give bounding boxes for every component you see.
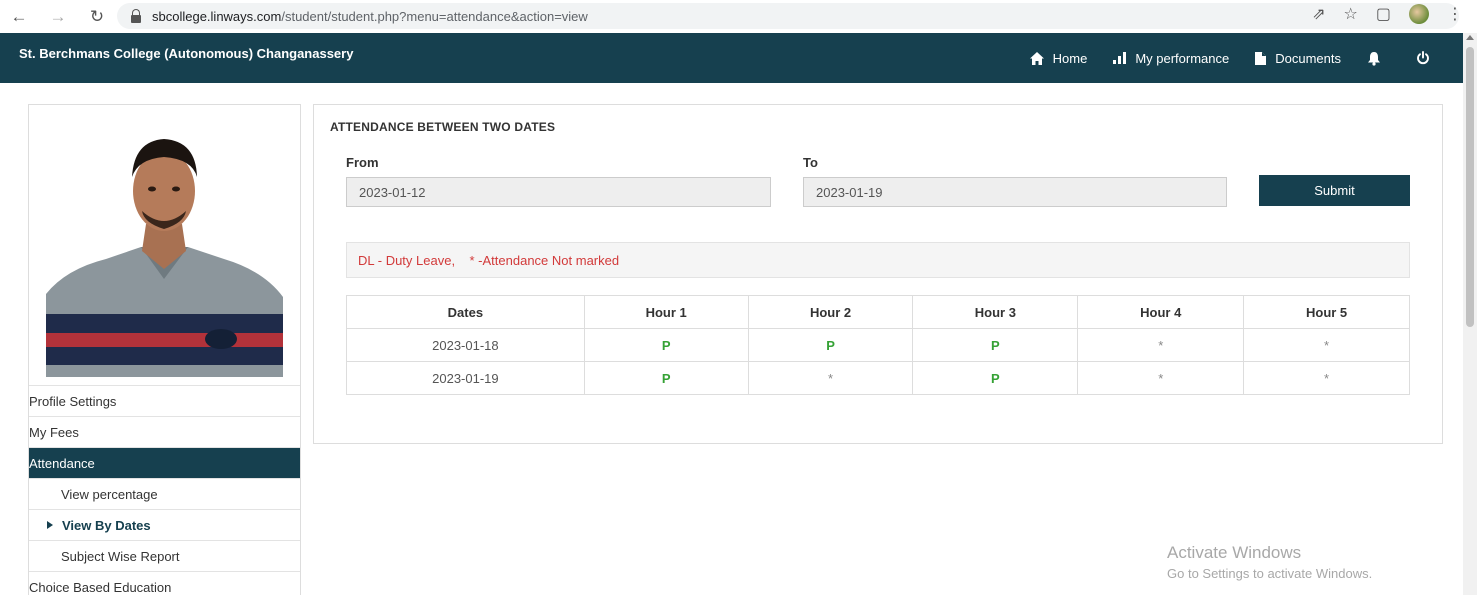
sidebar-item-label: Choice Based Education [29, 579, 172, 595]
document-icon [1255, 51, 1267, 65]
signal-bars-icon [1113, 52, 1127, 64]
browser-toolbar: ← → ↻ sbcollege.linways.com/student/stud… [0, 0, 1477, 33]
hour-cell: P [912, 361, 1079, 395]
hour-cell: * [1243, 361, 1410, 395]
table-row: 2023-01-18 P P P * * [346, 328, 1410, 362]
reload-icon[interactable]: ↻ [86, 6, 108, 28]
hour-cell: P [583, 361, 749, 395]
column-header: Hour 3 [912, 295, 1079, 329]
scroll-up-arrow-icon[interactable] [1466, 35, 1474, 40]
bell-icon [1368, 51, 1380, 66]
sidebar-subitem-view-by-dates[interactable]: View By Dates [29, 509, 300, 540]
from-label: From [346, 155, 379, 170]
sidebar: Profile Settings My Fees Attendance View… [28, 104, 301, 595]
hour-cell: * [747, 361, 914, 395]
side-panel-icon[interactable]: ▢ [1376, 4, 1391, 24]
sidebar-item-label: View By Dates [62, 517, 151, 533]
lock-icon [129, 8, 142, 23]
college-name: St. Berchmans College (Autonomous) Chang… [19, 46, 354, 61]
top-nav: Home My performance Documents [1004, 33, 1439, 83]
hour-cell: P [583, 328, 749, 362]
column-header: Hour 5 [1243, 295, 1410, 329]
hour-cell: P [912, 328, 1079, 362]
submit-button[interactable]: Submit [1259, 175, 1410, 206]
sidebar-subitem-subject-wise-report[interactable]: Subject Wise Report [29, 540, 300, 571]
bookmark-star-icon[interactable]: ☆ [1344, 4, 1358, 24]
from-date-input[interactable]: 2023-01-12 [346, 177, 771, 207]
column-header: Hour 2 [747, 295, 914, 329]
watermark-subtitle: Go to Settings to activate Windows. [1167, 566, 1373, 581]
column-header: Hour 4 [1077, 295, 1245, 329]
nav-documents-label: Documents [1275, 50, 1341, 66]
sidebar-item-my-fees[interactable]: My Fees [29, 416, 300, 447]
address-bar[interactable]: sbcollege.linways.com/student/student.ph… [117, 3, 1459, 29]
sidebar-item-label: Subject Wise Report [61, 548, 180, 564]
sidebar-item-attendance[interactable]: Attendance [29, 447, 300, 478]
url-host: sbcollege.linways.com [152, 8, 282, 24]
kebab-menu-icon[interactable]: ⋮ [1447, 4, 1463, 24]
notifications-button[interactable] [1367, 51, 1390, 66]
nav-home-label: Home [1052, 50, 1088, 66]
nav-my-performance[interactable]: My performance [1113, 51, 1229, 66]
sidebar-item-profile-settings[interactable]: Profile Settings [29, 385, 300, 416]
profile-avatar-icon[interactable] [1409, 4, 1429, 24]
sidebar-item-choice-based-education[interactable]: Choice Based Education [29, 571, 300, 602]
table-header-row: Dates Hour 1 Hour 2 Hour 3 Hour 4 Hour 5 [346, 295, 1410, 329]
legend-note: DL - Duty Leave, * -Attendance Not marke… [346, 242, 1410, 278]
attendance-panel: ATTENDANCE BETWEEN TWO DATES From 2023-0… [313, 104, 1443, 444]
table-row: 2023-01-19 P * P * * [346, 361, 1410, 395]
logout-button[interactable] [1416, 51, 1439, 65]
windows-activation-watermark: Activate Windows Go to Settings to activ… [1167, 543, 1372, 581]
watermark-title: Activate Windows [1167, 543, 1302, 562]
to-date-input[interactable]: 2023-01-19 [803, 177, 1227, 207]
hour-cell: P [747, 328, 914, 362]
scroll-thumb[interactable] [1466, 47, 1474, 327]
hour-cell: * [1243, 328, 1410, 362]
to-label: To [803, 155, 818, 170]
hour-cell: * [1077, 328, 1245, 362]
column-header: Hour 1 [583, 295, 749, 329]
hour-cell: * [1077, 361, 1245, 395]
student-photo [46, 119, 283, 377]
url-path: /student/student.php?menu=attendance&act… [281, 8, 588, 24]
sidebar-item-label: View percentage [61, 486, 158, 502]
page-scrollbar[interactable] [1463, 33, 1477, 595]
nav-home[interactable]: Home [1029, 50, 1088, 66]
forward-arrow-icon[interactable]: → [47, 6, 69, 28]
attendance-table: Dates Hour 1 Hour 2 Hour 3 Hour 4 Hour 5… [346, 295, 1410, 395]
app-header: St. Berchmans College (Autonomous) Chang… [0, 33, 1463, 83]
share-icon[interactable]: ⇗ [1312, 4, 1325, 24]
panel-title: ATTENDANCE BETWEEN TWO DATES [330, 120, 556, 134]
power-icon [1417, 51, 1429, 65]
date-cell: 2023-01-18 [346, 328, 585, 362]
caret-right-icon [47, 521, 53, 529]
sidebar-item-label: Profile Settings [29, 393, 117, 409]
sidebar-subitem-view-percentage[interactable]: View percentage [29, 478, 300, 509]
sidebar-item-label: Attendance [29, 455, 95, 471]
browser-actions: ⇗ ☆ ▢ ⋮ [1312, 4, 1463, 24]
column-header: Dates [346, 295, 585, 329]
back-arrow-icon[interactable]: ← [8, 6, 30, 28]
sidebar-item-label: My Fees [29, 424, 79, 440]
date-cell: 2023-01-19 [346, 361, 585, 395]
sidebar-menu: Profile Settings My Fees Attendance View… [29, 385, 300, 602]
nav-documents[interactable]: Documents [1255, 51, 1341, 66]
home-icon [1029, 51, 1044, 65]
nav-my-performance-label: My performance [1135, 50, 1230, 66]
